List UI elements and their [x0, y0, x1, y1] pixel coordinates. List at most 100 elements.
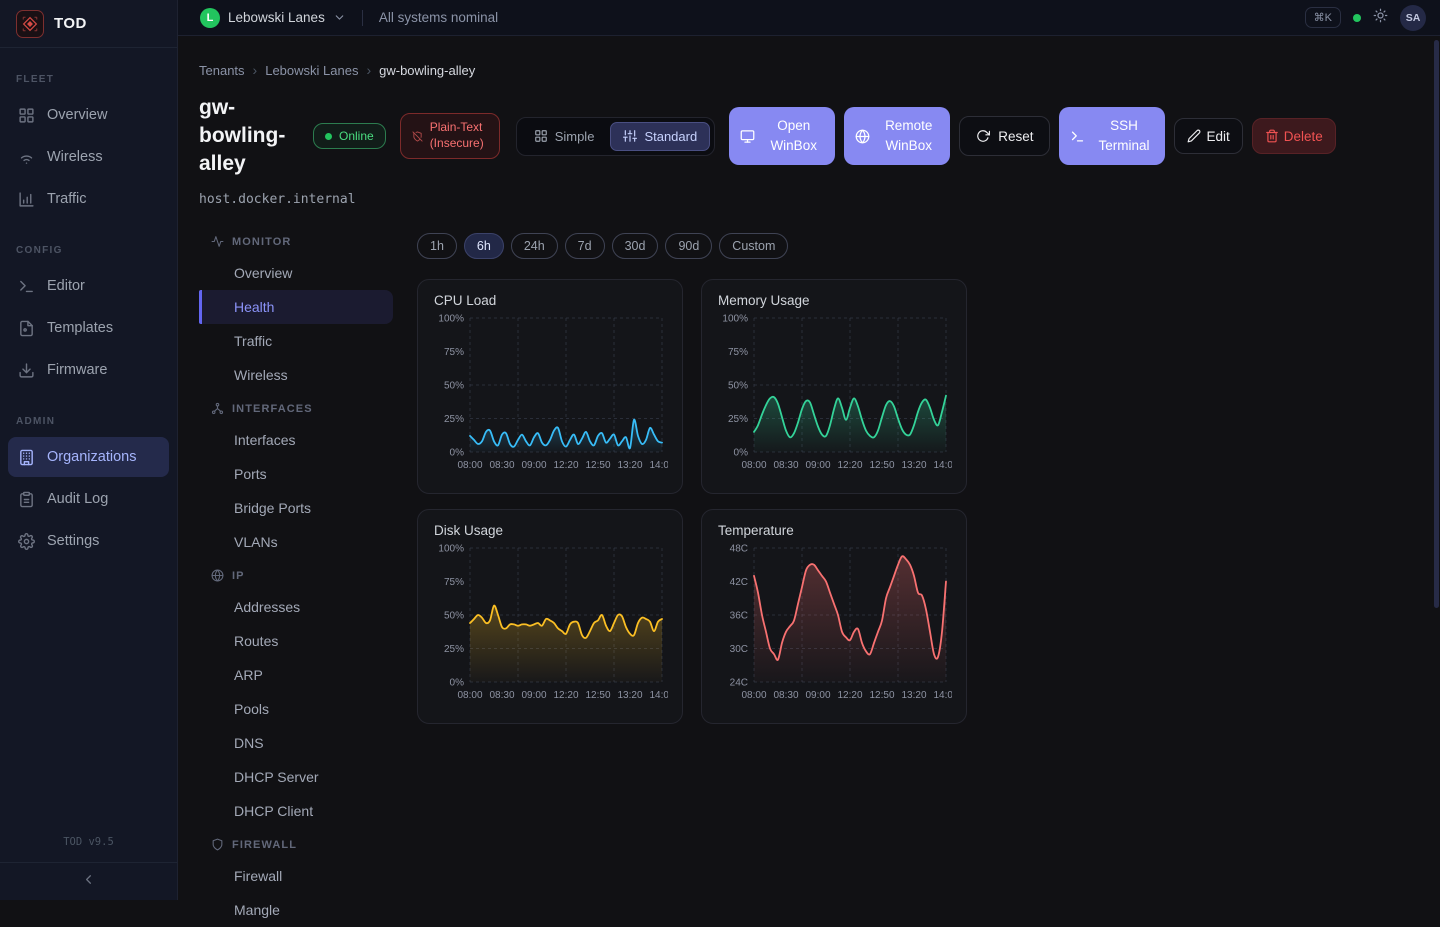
online-status-badge: Online — [313, 123, 386, 149]
sidebar-item-label: Settings — [47, 533, 99, 549]
subnav-section-label: IP — [232, 570, 245, 582]
user-avatar[interactable]: SA — [1400, 5, 1426, 31]
subnav-item-health[interactable]: Health — [199, 290, 393, 324]
system-status: All systems nominal — [379, 10, 498, 25]
edit-button[interactable]: Edit — [1174, 118, 1242, 154]
time-range-1h[interactable]: 1h — [417, 233, 457, 259]
scrollbar-thumb[interactable] — [1434, 40, 1439, 608]
sidebar-item-wireless[interactable]: Wireless — [8, 137, 169, 177]
tenant-switcher[interactable]: L Lebowski Lanes — [200, 8, 346, 28]
button-label: Remote WinBox — [878, 116, 940, 155]
svg-text:13:20: 13:20 — [617, 460, 642, 471]
open-winbox-button[interactable]: Open WinBox — [729, 107, 835, 165]
breadcrumb-item-lebowski-lanes[interactable]: Lebowski Lanes — [265, 63, 358, 78]
svg-text:09:00: 09:00 — [521, 690, 546, 701]
subnav-item-bridge-ports[interactable]: Bridge Ports — [199, 491, 393, 525]
svg-text:08:30: 08:30 — [773, 460, 798, 471]
connection-status-dot — [1353, 14, 1361, 22]
pencil-icon — [1187, 129, 1201, 143]
svg-text:08:00: 08:00 — [741, 460, 766, 471]
subnav-section-label: MONITOR — [232, 236, 291, 248]
subnav-item-addresses[interactable]: Addresses — [199, 590, 393, 624]
subnav-item-ports[interactable]: Ports — [199, 457, 393, 491]
app-version: TOD v9.5 — [0, 836, 177, 862]
chart-cpu-load: 100%75%50%25%0%08:0008:3009:0012:2012:50… — [434, 312, 668, 480]
subnav-item-overview[interactable]: Overview — [199, 256, 393, 290]
svg-text:75%: 75% — [444, 577, 464, 588]
subnav-item-dhcp-client[interactable]: DHCP Client — [199, 794, 393, 828]
subnav-item-dhcp-server[interactable]: DHCP Server — [199, 760, 393, 794]
subnav-item-dns[interactable]: DNS — [199, 726, 393, 760]
sidebar-item-templates[interactable]: Templates — [8, 308, 169, 348]
svg-text:14:00: 14:00 — [649, 460, 668, 471]
subnav-item-arp[interactable]: ARP — [199, 658, 393, 692]
file-icon — [18, 320, 35, 337]
svg-text:14:00: 14:00 — [933, 690, 952, 701]
sidebar-item-label: Overview — [47, 107, 107, 123]
svg-text:0%: 0% — [450, 448, 465, 459]
time-range-30d[interactable]: 30d — [612, 233, 659, 259]
app-name: TOD — [54, 15, 87, 32]
subnav-item-routes[interactable]: Routes — [199, 624, 393, 658]
monitor-icon — [740, 129, 755, 144]
chart-title: CPU Load — [434, 293, 666, 308]
tenant-name: Lebowski Lanes — [228, 10, 325, 25]
svg-text:50%: 50% — [444, 381, 464, 392]
sidebar-item-firmware[interactable]: Firmware — [8, 350, 169, 390]
svg-text:25%: 25% — [444, 644, 464, 655]
device-header: gw-bowling-alley Online Plain-Text (Inse… — [199, 94, 1430, 178]
building-icon — [18, 449, 35, 466]
sidebar-header: TOD — [0, 0, 177, 48]
sidebar-item-settings[interactable]: Settings — [8, 521, 169, 561]
time-range-24h[interactable]: 24h — [511, 233, 558, 259]
shield-off-icon — [412, 131, 423, 142]
sidebar-collapse-button[interactable] — [0, 862, 177, 900]
sidebar-item-overview[interactable]: Overview — [8, 95, 169, 135]
svg-text:09:00: 09:00 — [805, 690, 830, 701]
time-range-6h[interactable]: 6h — [464, 233, 504, 259]
subnav-item-wireless[interactable]: Wireless — [199, 358, 393, 392]
breadcrumb-item-tenants[interactable]: Tenants — [199, 63, 245, 78]
sidebar-item-organizations[interactable]: Organizations — [8, 437, 169, 477]
sidebar-item-editor[interactable]: Editor — [8, 266, 169, 306]
reset-button[interactable]: Reset — [959, 116, 1050, 156]
delete-button[interactable]: Delete — [1252, 118, 1336, 154]
subnav-item-mangle[interactable]: Mangle — [199, 893, 393, 927]
online-status-label: Online — [339, 129, 374, 143]
svg-text:08:30: 08:30 — [773, 690, 798, 701]
tenant-avatar: L — [200, 8, 220, 28]
chart-disk-usage: 100%75%50%25%0%08:0008:3009:0012:2012:50… — [434, 542, 668, 710]
security-badge: Plain-Text (Insecure) — [400, 113, 500, 158]
sidebar-section-fleet: FLEET — [0, 74, 177, 85]
subnav-item-pools[interactable]: Pools — [199, 692, 393, 726]
terminal-icon — [1070, 129, 1085, 144]
topbar-right: ⌘K SA — [1305, 5, 1426, 31]
breadcrumb-separator: › — [253, 62, 258, 78]
sidebar-item-traffic[interactable]: Traffic — [8, 179, 169, 219]
mode-option-simple[interactable]: Simple — [521, 122, 608, 151]
button-label: Reset — [998, 129, 1033, 144]
time-range-90d[interactable]: 90d — [665, 233, 712, 259]
subnav-item-interfaces[interactable]: Interfaces — [199, 423, 393, 457]
chart-title: Disk Usage — [434, 523, 666, 538]
time-range-custom[interactable]: Custom — [719, 233, 788, 259]
subnav-item-vlans[interactable]: VLANs — [199, 525, 393, 559]
topbar-divider — [362, 10, 363, 26]
theme-toggle-button[interactable] — [1373, 8, 1388, 28]
svg-text:12:50: 12:50 — [869, 690, 894, 701]
command-palette-shortcut[interactable]: ⌘K — [1305, 7, 1341, 28]
subnav-item-traffic[interactable]: Traffic — [199, 324, 393, 358]
ssh-terminal-button[interactable]: SSH Terminal — [1059, 107, 1165, 165]
svg-text:12:20: 12:20 — [837, 460, 862, 471]
scrollbar-track — [1434, 40, 1439, 896]
time-range-7d[interactable]: 7d — [565, 233, 605, 259]
subnav-item-firewall[interactable]: Firewall — [199, 859, 393, 893]
sidebar-item-audit-log[interactable]: Audit Log — [8, 479, 169, 519]
remote-winbox-button[interactable]: Remote WinBox — [844, 107, 950, 165]
sidebar: TOD FLEETOverviewWirelessTrafficCONFIGEd… — [0, 0, 178, 900]
page-title: gw-bowling-alley — [199, 94, 299, 178]
sidebar-section-admin: ADMIN — [0, 416, 177, 427]
svg-text:100%: 100% — [438, 544, 464, 555]
sidebar-item-label: Audit Log — [47, 491, 108, 507]
mode-option-standard[interactable]: Standard — [610, 122, 710, 151]
